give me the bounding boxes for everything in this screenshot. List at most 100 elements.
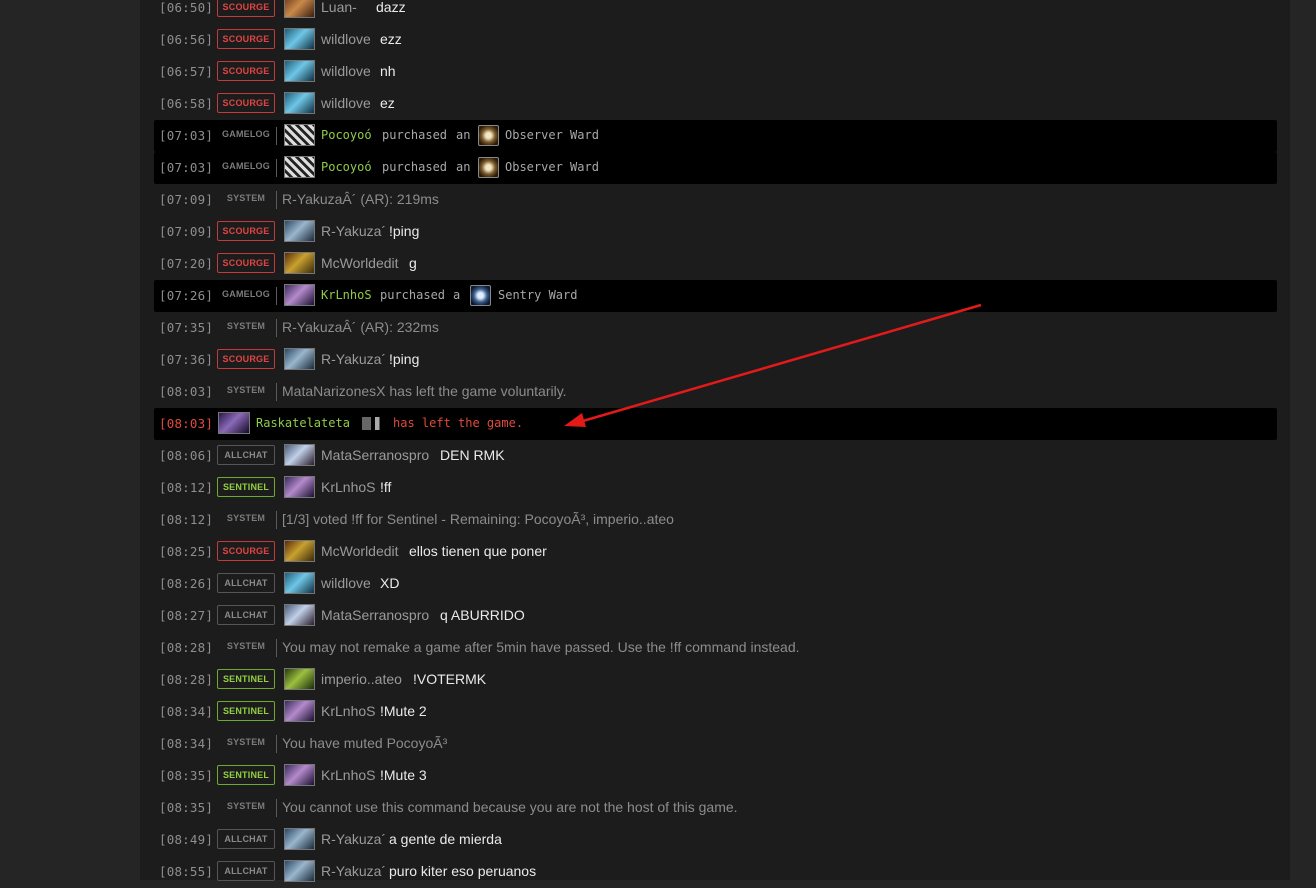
timestamp: [08:34] — [159, 704, 214, 719]
player-name[interactable]: Pocoyoó — [321, 160, 372, 174]
player-name[interactable]: R-Yakuza´ — [321, 863, 386, 879]
hero-avatar — [284, 348, 315, 370]
player-name[interactable]: R-Yakuza´ — [321, 351, 386, 367]
divider — [276, 159, 277, 177]
chat-message: XD — [380, 575, 400, 591]
chat-row: [08:35] SENTINEL KrLnhoS !Mute 3 — [154, 760, 1277, 792]
chat-row: [08:49] ALLCHAT R-Yakuza´ a gente de mie… — [154, 824, 1277, 856]
item-name: Observer Ward — [505, 128, 599, 142]
observer-ward-icon — [478, 157, 499, 178]
team-badge-scourge: SCOURGE — [217, 0, 275, 17]
player-name[interactable]: KrLnhoS — [321, 288, 372, 302]
player-name[interactable]: wildlove — [321, 575, 371, 591]
chat-row: [07:36] SCOURGE R-Yakuza´ !ping — [154, 344, 1277, 376]
chat-message: !ping — [389, 223, 420, 239]
hero-avatar — [284, 28, 315, 50]
team-badge-scourge: SCOURGE — [217, 541, 275, 561]
hero-avatar — [284, 252, 315, 274]
timestamp: [07:35] — [159, 320, 214, 335]
player-name[interactable]: wildlove — [321, 63, 371, 79]
system-message: [1/3] voted !ff for Sentinel - Remaining… — [282, 511, 674, 527]
player-name[interactable]: KrLnhoS — [321, 703, 375, 719]
player-name[interactable]: R-Yakuza´ — [321, 223, 386, 239]
chat-message: a gente de mierda — [389, 831, 502, 847]
timestamp: [08:03] — [159, 384, 214, 399]
chat-row: [06:58] SCOURGE wildlove ez — [154, 88, 1277, 120]
allchat-badge: ALLCHAT — [217, 829, 275, 849]
chat-message: !ff — [380, 479, 392, 495]
timestamp: [06:57] — [159, 64, 214, 79]
player-name[interactable]: R-Yakuza´ — [321, 831, 386, 847]
chat-message: !ping — [389, 351, 420, 367]
allchat-badge: ALLCHAT — [217, 445, 275, 465]
gamelog-row: [07:03] GAMELOG Pocoyoó purchased an Obs… — [154, 120, 1277, 152]
gamelog-article: an — [456, 128, 471, 142]
player-name[interactable]: KrLnhoS — [321, 767, 375, 783]
timestamp: [08:06] — [159, 448, 214, 463]
chat-row: [06:57] SCOURGE wildlove nh — [154, 56, 1277, 88]
divider — [276, 191, 277, 209]
gamelog-badge: GAMELOG — [222, 161, 270, 171]
chat-message: ellos tienen que poner — [409, 543, 547, 559]
chat-message: g — [409, 255, 417, 271]
gamelog-verb: purchased — [382, 160, 448, 174]
player-name[interactable]: wildlove — [321, 31, 371, 47]
divider — [276, 383, 277, 401]
timestamp: [08:49] — [159, 832, 214, 847]
allchat-badge: ALLCHAT — [217, 573, 275, 593]
system-badge: SYSTEM — [226, 801, 266, 811]
player-name[interactable]: MataSerranospro — [321, 447, 429, 463]
system-row: [08:28] SYSTEM You may not remake a game… — [154, 632, 1277, 664]
team-badge-sentinel: SENTINEL — [217, 669, 275, 689]
chat-row: [08:55] ALLCHAT R-Yakuza´ puro kiter eso… — [154, 856, 1277, 888]
hero-avatar — [284, 220, 315, 242]
hero-avatar — [284, 92, 315, 114]
player-name[interactable]: KrLnhoS — [321, 479, 375, 495]
player-name[interactable]: Pocoyoó — [321, 128, 372, 142]
hero-avatar — [284, 60, 315, 82]
system-badge: SYSTEM — [226, 321, 266, 331]
chat-message: !VOTERMK — [413, 671, 487, 687]
divider — [276, 287, 277, 305]
hero-avatar — [284, 828, 315, 850]
system-row: [07:09] SYSTEM R-YakuzaÂ´ (AR): 219ms — [154, 184, 1277, 216]
timestamp: [06:58] — [159, 96, 214, 111]
timestamp: [08:55] — [159, 864, 214, 879]
player-name[interactable]: McWorldedit — [321, 255, 399, 271]
hero-avatar — [284, 700, 315, 722]
leave-message: has left the game. — [393, 416, 524, 430]
system-badge: SYSTEM — [226, 641, 266, 651]
player-name[interactable]: imperio..ateo — [321, 671, 402, 687]
timestamp: [08:35] — [159, 800, 214, 815]
item-name: Sentry Ward — [498, 288, 578, 302]
player-name[interactable]: wildlove — [321, 95, 371, 111]
chat-message: !Mute 2 — [380, 703, 427, 719]
hero-avatar — [284, 156, 315, 178]
timestamp: [08:28] — [159, 672, 214, 687]
system-message: You have muted PocoyoÃ³ — [282, 735, 448, 751]
system-badge: SYSTEM — [226, 513, 266, 523]
system-message: MataNarizonesX has left the game volunta… — [282, 383, 567, 399]
hero-avatar — [284, 764, 315, 786]
team-badge-scourge: SCOURGE — [217, 29, 275, 49]
gamelog-badge: GAMELOG — [222, 289, 270, 299]
system-row: [07:35] SYSTEM R-YakuzaÂ´ (AR): 232ms — [154, 312, 1277, 344]
timestamp: [06:56] — [159, 32, 214, 47]
system-row: [08:35] SYSTEM You cannot use this comma… — [154, 792, 1277, 824]
chat-row: [08:12] SENTINEL KrLnhoS !ff — [154, 472, 1277, 504]
player-name[interactable]: McWorldedit — [321, 543, 399, 559]
chat-row: [07:20] SCOURGE McWorldedit g — [154, 248, 1277, 280]
player-name[interactable]: Luan- — [321, 0, 357, 15]
timestamp: [07:26] — [159, 288, 214, 303]
team-badge-scourge: SCOURGE — [217, 61, 275, 81]
player-name[interactable]: MataSerranospro — [321, 607, 429, 623]
chat-message: ez — [380, 95, 395, 111]
timestamp: [08:03] — [159, 416, 214, 431]
player-name[interactable]: Raskatelateta — [256, 416, 350, 430]
timestamp: [08:28] — [159, 640, 214, 655]
chat-row: [08:28] SENTINEL imperio..ateo !VOTERMK — [154, 664, 1277, 696]
chat-row: [08:06] ALLCHAT MataSerranospro DEN RMK — [154, 440, 1277, 472]
disconnect-icon — [362, 417, 384, 430]
divider — [276, 511, 277, 529]
hero-avatar — [284, 572, 315, 594]
